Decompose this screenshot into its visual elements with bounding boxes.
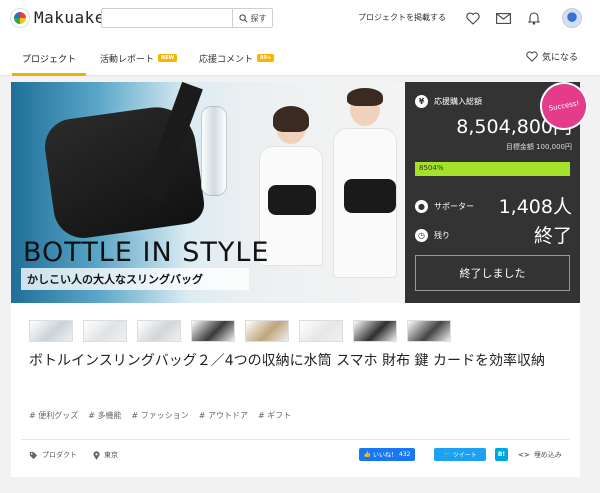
thumbnail-image: [84, 321, 126, 341]
like-count: 432: [399, 451, 411, 458]
tweet-button[interactable]: 🐦 ツイート: [434, 448, 486, 461]
divider: [21, 439, 570, 440]
mail-icon[interactable]: [494, 9, 512, 27]
logo-text: Makuake: [34, 8, 105, 27]
new-badge: NEW: [158, 54, 178, 62]
makuake-logo[interactable]: Makuake: [11, 8, 105, 27]
search-button-label: 探す: [250, 13, 267, 23]
tag-link[interactable]: # 便利グッズ: [29, 410, 78, 421]
tag-icon: [29, 451, 38, 459]
goal-amount: 目標金額 100,000円: [505, 143, 572, 151]
water-bottle-image: [201, 106, 227, 196]
total-row: ¥ 応援購入総額: [415, 95, 482, 108]
thumbnail-image: [408, 321, 450, 341]
tab-support-comments[interactable]: 応援コメント 99+: [199, 40, 275, 76]
tab-label: 活動レポート: [100, 54, 155, 65]
tag-link[interactable]: # ギフト: [258, 410, 291, 421]
bell-icon[interactable]: [525, 9, 543, 27]
model-man: [333, 88, 397, 278]
funding-stats-panel: ¥ 応援購入総額 8,504,800円 目標金額 100,000円 8504% …: [405, 78, 592, 303]
project-thumbnail[interactable]: [191, 320, 235, 342]
remaining-row: ◷ 残り: [415, 229, 450, 242]
total-label: 応援購入総額: [434, 97, 482, 106]
logo-mark-icon: [11, 8, 29, 27]
comment-count-badge: 99+: [257, 54, 275, 62]
project-tabs: プロジェクト 活動レポート NEW 応援コメント 99+ 気になる: [0, 40, 600, 76]
tag-link[interactable]: # アウトドア: [199, 410, 248, 421]
project-thumbnail[interactable]: [29, 320, 73, 342]
project-thumbnail[interactable]: [407, 320, 451, 342]
tab-label: プロジェクト: [22, 54, 77, 65]
favorite-label: 気になる: [542, 53, 579, 63]
thumbs-up-icon: 👍: [363, 451, 371, 458]
tab-label: 応援コメント: [199, 54, 254, 65]
project-card: BOTTLE IN STYLE かしこい人の大人なスリングバッグ ¥ 応援購入総…: [11, 78, 592, 477]
project-thumbnail[interactable]: [245, 320, 289, 342]
supporters-count: 1,408人: [498, 196, 572, 218]
hatena-bookmark-button[interactable]: B!: [495, 448, 508, 461]
publish-project-link[interactable]: プロジェクトを掲載する: [358, 12, 446, 23]
code-icon: <>: [518, 451, 530, 459]
hero-image[interactable]: BOTTLE IN STYLE かしこい人の大人なスリングバッグ: [11, 82, 405, 303]
location-link[interactable]: 東京: [93, 450, 118, 460]
thumbnail-image: [30, 321, 72, 341]
tag-link[interactable]: # 多機能: [88, 410, 121, 421]
hero-subline: かしこい人の大人なスリングバッグ: [21, 268, 249, 290]
location-label: 東京: [104, 451, 118, 459]
clock-icon: ◷: [415, 229, 428, 242]
progress-percent: 8504%: [419, 164, 444, 172]
like-label: いいね！: [373, 452, 398, 459]
thumbnail-strip: [29, 320, 451, 342]
thumbnail-image: [192, 321, 234, 341]
project-thumbnail[interactable]: [137, 320, 181, 342]
search-button[interactable]: 探す: [232, 9, 272, 27]
progress-bar: 8504%: [415, 162, 570, 176]
embed-button[interactable]: <> 埋め込み: [518, 450, 562, 460]
category-label: プロダクト: [42, 451, 77, 459]
tab-activity-report[interactable]: 活動レポート NEW: [100, 40, 178, 76]
thumbnail-image: [138, 321, 180, 341]
heart-icon: [526, 51, 538, 62]
yen-icon: ¥: [415, 95, 428, 108]
project-title: ボトルインスリングバッグ２／4つの収納に水筒 スマホ 財布 鍵 カードを効率収納: [29, 353, 546, 369]
person-icon: ●: [415, 200, 428, 213]
project-thumbnail[interactable]: [299, 320, 343, 342]
tweet-label: ツイート: [452, 452, 477, 459]
user-avatar[interactable]: [562, 8, 582, 28]
tab-project[interactable]: プロジェクト: [11, 40, 87, 76]
remaining-label: 残り: [434, 231, 450, 240]
thumbnail-image: [300, 321, 342, 341]
search-box: 探す: [101, 8, 273, 28]
location-pin-icon: [93, 450, 100, 460]
heart-icon[interactable]: [464, 9, 482, 27]
site-header: Makuake 探す プロジェクトを掲載する プロジェクト 活動レポート NEW…: [0, 0, 600, 76]
tag-list: # 便利グッズ # 多機能 # ファッション # アウトドア # ギフト: [29, 410, 291, 421]
project-thumbnail[interactable]: [353, 320, 397, 342]
category-link[interactable]: プロダクト: [29, 450, 77, 460]
supporters-row: ● サポーター: [415, 200, 474, 213]
embed-label: 埋め込み: [533, 451, 562, 459]
search-icon: [238, 13, 247, 22]
tag-link[interactable]: # ファッション: [132, 410, 189, 421]
hero-headline: BOTTLE IN STYLE: [23, 237, 270, 268]
thumbnail-image: [354, 321, 396, 341]
favorite-button[interactable]: 気になる: [526, 50, 578, 63]
supporters-label: サポーター: [434, 202, 474, 211]
facebook-like-button[interactable]: 👍 いいね！ 432: [359, 448, 415, 461]
project-thumbnail[interactable]: [83, 320, 127, 342]
remaining-value: 終了: [533, 225, 572, 247]
twitter-bird-icon: 🐦: [443, 451, 451, 458]
thumbnail-image: [246, 321, 288, 341]
search-input[interactable]: [102, 9, 232, 27]
ended-button[interactable]: 終了しました: [415, 255, 570, 291]
